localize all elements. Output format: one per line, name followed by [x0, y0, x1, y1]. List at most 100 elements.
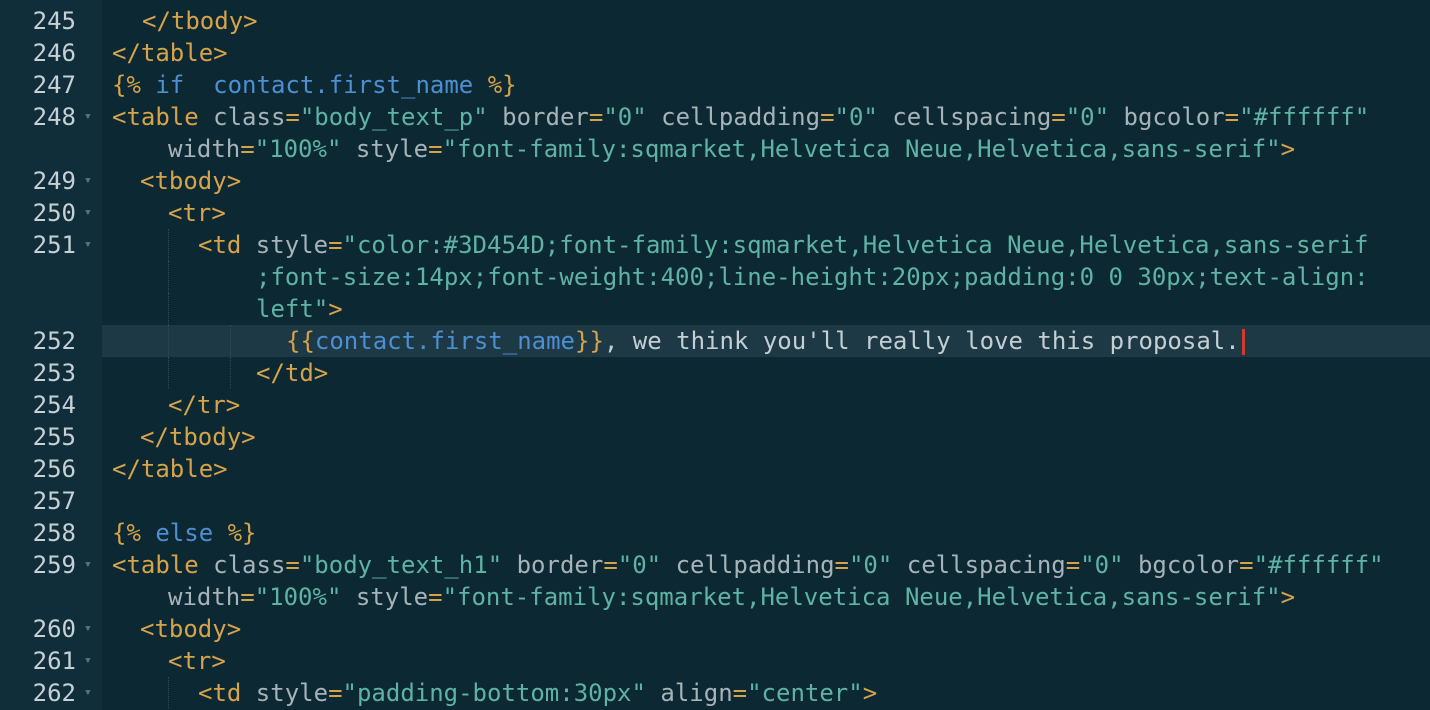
- fold-arrow-icon[interactable]: ▾: [84, 197, 92, 229]
- fold-arrow-icon[interactable]: ▾: [84, 613, 92, 645]
- code-token-attr: width: [168, 135, 241, 163]
- fold-arrow-icon[interactable]: ▾: [84, 549, 92, 581]
- code-line[interactable]: 258 {% else %}: [0, 517, 1430, 549]
- code-line[interactable]: 254 </tr>: [0, 389, 1430, 421]
- indent-guide: [168, 357, 169, 389]
- line-number: 253: [32, 359, 76, 387]
- code-token-tag: </table>: [112, 39, 228, 67]
- code-text[interactable]: </tr>: [168, 389, 240, 421]
- code-token-val: "0": [1080, 551, 1124, 579]
- fold-arrow-icon[interactable]: ▾: [84, 645, 92, 677]
- code-token-attr: style: [241, 679, 329, 707]
- fold-arrow-icon[interactable]: ▾: [84, 165, 92, 197]
- code-token-attr: cellspacing: [892, 551, 1066, 579]
- code-text[interactable]: ;font-size:14px;font-weight:400;line-hei…: [256, 261, 1369, 293]
- line-number: 251: [32, 231, 76, 259]
- code-token-val: "100%": [254, 135, 342, 163]
- line-number: 250: [32, 199, 76, 227]
- code-token-tag: </tbody>: [142, 7, 258, 35]
- line-number: 247: [32, 71, 76, 99]
- code-text[interactable]: </tbody>: [142, 5, 258, 37]
- code-text[interactable]: </tbody>: [140, 421, 256, 453]
- code-token-val: "font-family:sqmarket,Helvetica Neue,Hel…: [442, 583, 1281, 611]
- code-line[interactable]: 250 ▾ <tr>: [0, 197, 1430, 229]
- indent-guide: [230, 325, 231, 357]
- code-token-tag: >: [328, 295, 343, 323]
- code-line[interactable]: width="100%" style="font-family:sqmarket…: [0, 581, 1430, 613]
- code-text[interactable]: left">: [256, 293, 343, 325]
- code-token-tag: </td>: [256, 359, 329, 387]
- code-token-tag: </tr>: [168, 391, 241, 419]
- code-line[interactable]: 255 </tbody>: [0, 421, 1430, 453]
- code-line[interactable]: 249 ▾ <tbody>: [0, 165, 1430, 197]
- code-token-plain: , we think you'll really love this propo…: [603, 327, 1240, 355]
- fold-arrow-icon[interactable]: ▾: [84, 677, 92, 709]
- code-token-tag: </table>: [112, 455, 228, 483]
- line-number: 258: [32, 519, 76, 547]
- code-text[interactable]: <td style="padding-bottom:30px" align="c…: [198, 677, 877, 709]
- code-token-eq: =: [588, 103, 604, 131]
- code-text[interactable]: <td style="color:#3D454D;font-family:sqm…: [198, 229, 1368, 261]
- code-token-attr: cellpadding: [661, 551, 835, 579]
- code-text[interactable]: </td>: [256, 357, 328, 389]
- code-text[interactable]: <table class="body_text_h1" border="0" c…: [112, 549, 1384, 581]
- code-line[interactable]: 259 ▾ <table class="body_text_h1" border="…: [0, 549, 1430, 581]
- code-token-kw: if: [140, 71, 214, 99]
- code-text[interactable]: <tr>: [168, 197, 226, 229]
- code-line[interactable]: 248 ▾ <table class="body_text_p" border="0…: [0, 101, 1430, 133]
- code-token-eq: =: [603, 551, 618, 579]
- code-text[interactable]: width="100%" style="font-family:sqmarket…: [168, 133, 1295, 165]
- code-token-eq: =: [1065, 551, 1081, 579]
- code-token-tag: <tbody>: [140, 167, 242, 195]
- code-text[interactable]: </table>: [112, 37, 228, 69]
- code-line[interactable]: 257: [0, 485, 1430, 517]
- code-line[interactable]: 262 ▾ <td style="padding-bottom:30px" alig…: [0, 677, 1430, 709]
- code-text[interactable]: {{contact.first_name}}, we think you'll …: [286, 325, 1245, 357]
- code-text[interactable]: <tbody>: [140, 613, 241, 645]
- indent-guide: [168, 293, 169, 325]
- code-line[interactable]: 251 ▾ <td style="color:#3D454D;font-family…: [0, 229, 1430, 261]
- code-token-attr: class: [198, 551, 286, 579]
- line-number: 245: [32, 7, 76, 35]
- text-cursor: [1241, 329, 1245, 355]
- code-token-eq: =: [240, 583, 255, 611]
- code-token-val: "#ffffff": [1239, 103, 1370, 131]
- line-number: 246: [32, 39, 76, 67]
- code-line[interactable]: 246 </table>: [0, 37, 1430, 69]
- code-line[interactable]: left">: [0, 293, 1430, 325]
- code-token-attr: bgcolor: [1109, 103, 1225, 131]
- code-text[interactable]: <tr>: [168, 645, 226, 677]
- line-number: 261: [32, 647, 76, 675]
- line-number: 260: [32, 615, 76, 643]
- code-token-tpl: %}: [473, 71, 517, 99]
- code-token-var: contact.first_name: [213, 71, 474, 99]
- code-token-tag: <table: [112, 103, 199, 131]
- code-token-attr: width: [168, 583, 241, 611]
- code-line[interactable]: 256 </table>: [0, 453, 1430, 485]
- fold-arrow-icon[interactable]: ▾: [84, 101, 92, 133]
- code-token-eq: =: [1239, 551, 1254, 579]
- code-line-active[interactable]: 252 {{contact.first_name}}, we think you'…: [0, 325, 1430, 357]
- code-editor[interactable]: 245 </tbody> 246 </table> 247 {% if contact.f…: [0, 0, 1430, 710]
- code-line[interactable]: ;font-size:14px;font-weight:400;line-hei…: [0, 261, 1430, 293]
- code-token-attr: align: [645, 679, 733, 707]
- code-text[interactable]: width="100%" style="font-family:sqmarket…: [168, 581, 1295, 613]
- code-token-tpl: }}: [575, 327, 604, 355]
- code-token-tag: >: [862, 679, 878, 707]
- code-line[interactable]: width="100%" style="font-family:sqmarket…: [0, 133, 1430, 165]
- code-token-val: "0": [617, 551, 662, 579]
- code-text[interactable]: <table class="body_text_p" border="0" ce…: [112, 101, 1369, 133]
- code-line[interactable]: 261 ▾ <tr>: [0, 645, 1430, 677]
- code-text[interactable]: {% if contact.first_name %}: [112, 69, 517, 101]
- fold-arrow-icon[interactable]: ▾: [84, 229, 92, 261]
- code-text[interactable]: {% else %}: [112, 517, 257, 549]
- code-token-val: "#ffffff": [1253, 551, 1384, 579]
- code-text[interactable]: <tbody>: [140, 165, 241, 197]
- line-number: 248: [32, 103, 76, 131]
- code-text[interactable]: </table>: [112, 453, 228, 485]
- code-line[interactable]: 253 </td>: [0, 357, 1430, 389]
- code-line[interactable]: 245 </tbody>: [0, 5, 1430, 37]
- code-line[interactable]: 260 ▾ <tbody>: [0, 613, 1430, 645]
- code-token-kw: else: [140, 519, 228, 547]
- code-line[interactable]: 247 {% if contact.first_name %}: [0, 69, 1430, 101]
